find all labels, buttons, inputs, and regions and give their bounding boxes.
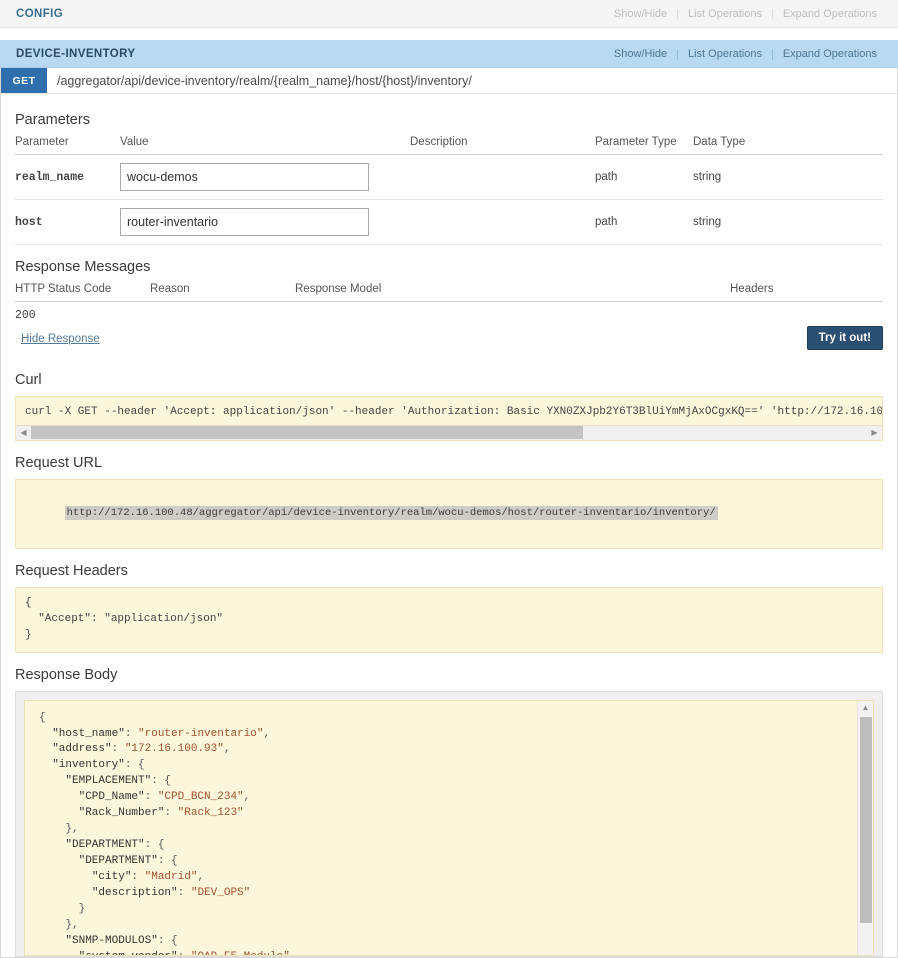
request-headers-block: { "Accept": "application/json" } [15,586,883,653]
data-type-host: string [693,199,883,245]
parameter-name-host: host [15,199,120,245]
reason-value [150,302,295,323]
resource-header-device-inventory[interactable]: DEVICE-INVENTORY Show/Hide | List Operat… [0,40,898,68]
response-body-json[interactable]: { "host_name": "router-inventario", "add… [25,701,857,955]
show-hide-link-device-inventory[interactable]: Show/Hide [605,48,676,60]
curl-heading: Curl [15,372,42,388]
hide-response-link[interactable]: Hide Response [21,333,100,345]
spacer [0,28,898,40]
operation-get-inventory: GET /aggregator/api/device-inventory/rea… [0,68,898,958]
response-messages-table: HTTP Status Code Reason Response Model H… [15,283,883,322]
column-header-description: Description [410,136,595,155]
realm-name-input[interactable] [120,163,369,191]
response-body-heading: Response Body [15,666,118,683]
list-operations-link-config[interactable]: List Operations [679,8,771,20]
response-messages-heading: Response Messages [15,259,151,275]
operation-header[interactable]: GET /aggregator/api/device-inventory/rea… [1,68,897,94]
curl-horizontal-scrollbar[interactable]: ◀ ▶ [16,424,882,440]
parameter-type-realm-name: path [595,154,693,200]
parameter-description-realm-name [410,154,595,200]
column-header-data-type: Data Type [693,136,883,155]
column-header-response-model: Response Model [295,283,730,302]
table-row: 200 [15,302,883,323]
column-header-value: Value [120,136,410,155]
resource-title-device-inventory: DEVICE-INVENTORY [16,47,136,60]
resource-operations-config: Show/Hide | List Operations | Expand Ope… [605,8,886,20]
parameter-type-host: path [595,199,693,245]
parameter-description-host [410,199,595,245]
request-headers-heading: Request Headers [15,562,128,579]
column-header-parameter-type: Parameter Type [595,136,693,155]
response-body-scroll-thumb[interactable] [860,716,872,923]
headers-value [730,302,883,323]
scroll-up-arrow-icon[interactable]: ▲ [858,701,873,715]
http-method-badge: GET [1,68,47,93]
expand-operations-link-device-inventory[interactable]: Expand Operations [774,48,886,60]
resource-operations-device-inventory: Show/Hide | List Operations | Expand Ope… [605,48,886,60]
operation-content: Parameters Parameter Value Description P… [1,94,897,957]
curl-block: curl -X GET --header 'Accept: applicatio… [15,396,883,441]
parameters-heading: Parameters [15,112,90,128]
expand-operations-link-config[interactable]: Expand Operations [774,8,886,20]
column-header-parameter: Parameter [15,136,120,155]
status-code-value: 200 [15,309,36,322]
response-body-panel: { "host_name": "router-inventario", "add… [24,699,874,956]
response-actions: Hide Response Try it out! [15,324,883,358]
show-hide-link-config[interactable]: Show/Hide [605,8,676,20]
request-url-block: http://172.16.100.48/aggregator/api/devi… [15,478,883,549]
response-body-container: { "host_name": "router-inventario", "add… [15,690,883,957]
curl-command[interactable]: curl -X GET --header 'Accept: applicatio… [16,397,882,425]
request-url-value[interactable]: http://172.16.100.48/aggregator/api/devi… [64,505,718,520]
data-type-realm-name: string [693,154,883,200]
table-row: host path string [15,199,883,245]
column-header-headers: Headers [730,283,883,302]
parameter-name-realm-name: realm_name [15,154,120,200]
column-header-http-status-code: HTTP Status Code [15,283,150,302]
try-it-out-button[interactable]: Try it out! [806,326,883,350]
request-url-heading: Request URL [15,454,103,471]
table-row: realm_name path string [15,154,883,200]
parameter-value-cell-host [120,199,410,245]
response-messages-header-row: HTTP Status Code Reason Response Model H… [15,283,883,302]
curl-scroll-track[interactable] [31,426,867,440]
curl-scroll-thumb[interactable] [31,426,583,440]
column-header-reason: Reason [150,283,295,302]
operation-path[interactable]: /aggregator/api/device-inventory/realm/{… [47,68,472,93]
host-input[interactable] [120,208,369,236]
parameters-table: Parameter Value Description Parameter Ty… [15,136,883,245]
scroll-left-arrow-icon[interactable]: ◀ [16,425,31,440]
response-model-value [295,302,730,323]
parameters-header-row: Parameter Value Description Parameter Ty… [15,136,883,155]
resource-header-config[interactable]: CONFIG Show/Hide | List Operations | Exp… [0,0,898,28]
list-operations-link-device-inventory[interactable]: List Operations [679,48,771,60]
scroll-right-arrow-icon[interactable]: ▶ [867,425,882,440]
response-body-vertical-scrollbar[interactable]: ▲ [857,700,873,955]
parameter-value-cell-realm-name [120,154,410,200]
resource-title-config: CONFIG [16,7,64,20]
